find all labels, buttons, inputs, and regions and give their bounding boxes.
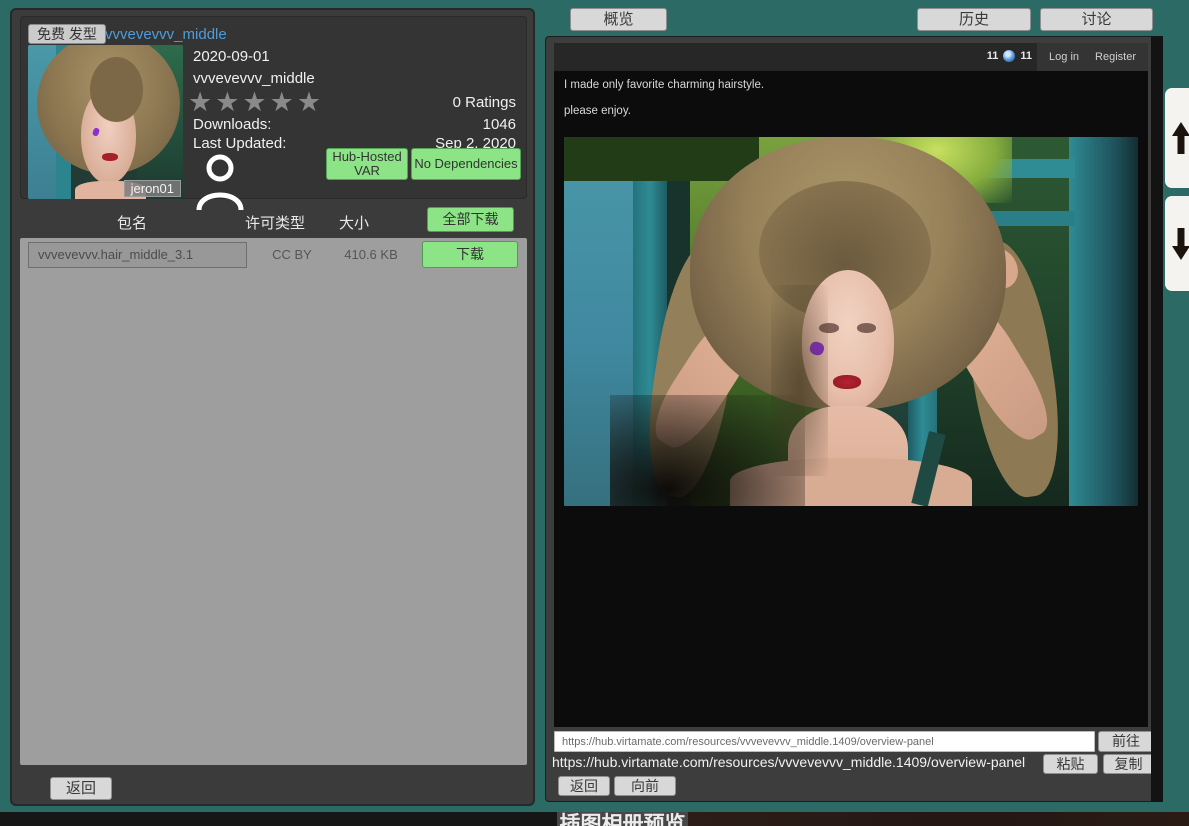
scroll-up-button[interactable]: [1165, 88, 1189, 188]
login-link[interactable]: Log in: [1049, 51, 1079, 63]
package-list: vvvevevvv.hair_middle_3.1 CC BY 410.6 KB…: [20, 238, 527, 765]
reaction-count-right: 11: [1020, 50, 1032, 62]
package-row: vvvevevvv.hair_middle_3.1 CC BY 410.6 KB…: [20, 241, 527, 269]
lips-art: [833, 375, 862, 389]
resource-hero-image: [564, 137, 1138, 506]
background-window-tab[interactable]: 插图相册预览: [557, 812, 688, 826]
download-button[interactable]: 下载: [422, 241, 518, 268]
package-size: 410.6 KB: [335, 247, 407, 262]
background-window-fill: [688, 812, 1189, 826]
downloads-label: Downloads:: [193, 116, 271, 133]
resource-thumbnail: jeron01: [28, 45, 183, 199]
resource-detail-panel: 免费 发型 vvvevevvv_middle jeron01 2020-09-0…: [10, 8, 535, 806]
reaction-icon: [1003, 50, 1015, 62]
arrow-up-icon: [1171, 121, 1189, 155]
resource-title-link[interactable]: vvvevevvv_middle: [105, 26, 227, 43]
last-updated-label: Last Updated:: [193, 135, 286, 152]
resource-date: 2020-09-01: [193, 48, 270, 65]
browser-back-button[interactable]: 返回: [558, 776, 610, 796]
site-header-bar: 11 11 Log in Register: [554, 43, 1148, 71]
package-license: CC BY: [260, 247, 324, 262]
ratings-count: 0 Ratings: [453, 94, 516, 111]
resource-name: vvvevevvv_middle: [193, 70, 315, 87]
downloads-value: 1046: [483, 116, 516, 133]
category-badge: 免费 发型: [28, 24, 106, 44]
auth-links: Log in Register: [1037, 43, 1148, 71]
package-name-cell[interactable]: vvvevevvv.hair_middle_3.1: [28, 242, 247, 268]
description-line-2: please enjoy.: [564, 105, 631, 117]
copy-button[interactable]: 复制: [1103, 754, 1154, 774]
scroll-down-button[interactable]: [1165, 196, 1189, 291]
column-header-license: 许可类型: [225, 212, 325, 233]
panel-edge-shadow: [1151, 36, 1163, 802]
reaction-count-left: 11: [987, 50, 999, 62]
url-input[interactable]: [554, 731, 1095, 752]
panel-back-button[interactable]: 返回: [50, 777, 112, 800]
url-display-text: https://hub.virtamate.com/resources/vvve…: [552, 754, 1025, 770]
reaction-counter: 11 11: [987, 50, 1032, 62]
paste-button[interactable]: 粘贴: [1043, 754, 1098, 774]
download-all-button[interactable]: 全部下载: [427, 207, 514, 232]
column-header-size: 大小: [314, 212, 394, 233]
creator-avatar-icon: [195, 152, 245, 210]
description-line-1: I made only favorite charming hairstyle.: [564, 79, 764, 91]
background-tab-label: 插图相册预览: [560, 813, 686, 826]
arrow-down-icon: [1171, 227, 1189, 261]
hub-browser-panel: 11 11 Log in Register I made only favori…: [545, 36, 1155, 802]
register-link[interactable]: Register: [1095, 51, 1136, 63]
go-button[interactable]: 前往: [1098, 731, 1154, 752]
tab-history[interactable]: 历史: [917, 8, 1031, 31]
no-dependencies-badge: No Dependencies: [411, 148, 521, 180]
browser-forward-button[interactable]: 向前: [614, 776, 676, 796]
tab-discussion[interactable]: 讨论: [1040, 8, 1153, 31]
author-label: jeron01: [124, 180, 181, 197]
resource-info-card: 免费 发型 vvvevevvv_middle jeron01 2020-09-0…: [20, 16, 527, 199]
tab-overview[interactable]: 概览: [570, 8, 667, 31]
web-page-view: 11 11 Log in Register I made only favori…: [554, 43, 1148, 727]
column-header-package: 包名: [82, 212, 182, 233]
rating-stars[interactable]: ★★★★★: [188, 87, 324, 118]
background-window-strip: 插图相册预览: [0, 812, 1189, 826]
hub-hosted-badge: Hub-Hosted VAR: [326, 148, 408, 180]
